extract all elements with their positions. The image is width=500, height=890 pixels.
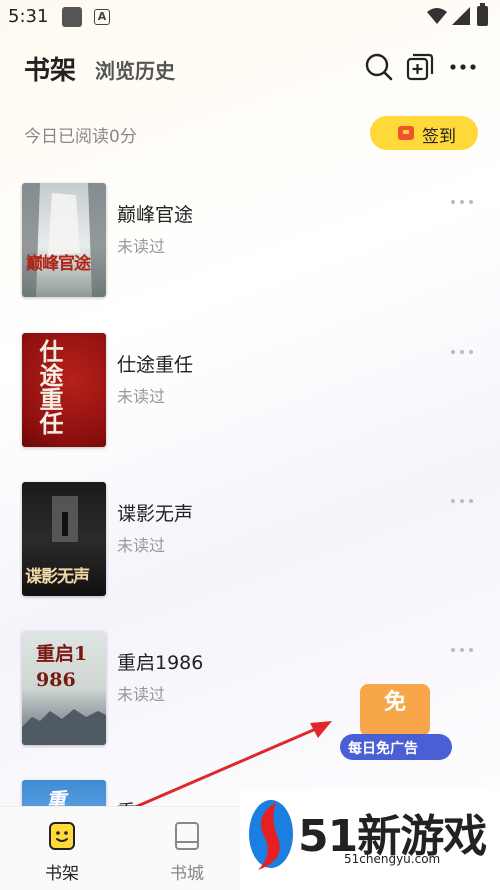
a-badge-icon: A [94, 9, 110, 25]
book-title: 仕途重任 [117, 354, 194, 376]
free-ad-badge[interactable]: 免 每日免广告 [340, 678, 458, 762]
book-icon [175, 822, 199, 850]
red-envelope-icon [398, 126, 414, 140]
signin-label: 签到 [422, 127, 456, 147]
book-cover[interactable]: 重启1986 [22, 631, 106, 745]
cover-art [22, 183, 106, 297]
tab-history[interactable]: 浏览历史 [95, 55, 175, 84]
free-ad-strip: 每日免广告 [340, 734, 452, 760]
book-title: 谍影无声 [117, 503, 194, 525]
watermark-url: 51chengyu.com [344, 852, 441, 866]
book-more-icon[interactable] [450, 496, 476, 506]
cover-title: 重启1986 [36, 643, 88, 691]
book-title: 巅峰官途 [117, 204, 194, 226]
book-more-icon[interactable] [450, 645, 476, 655]
book-title: 重启1986 [117, 652, 204, 674]
bookshelf-icon [49, 822, 75, 850]
watermark: 51新游戏 51chengyu.com [240, 790, 500, 890]
nav-label: 书城 [170, 864, 204, 884]
status-bar: 5:31 A [0, 0, 500, 34]
nav-label: 书架 [45, 864, 79, 884]
book-status: 未读过 [117, 536, 166, 555]
cover-title: 巅峰官途 [26, 254, 91, 274]
book-item[interactable]: 仕途重任 仕途重任 未读过 [0, 333, 500, 453]
book-cover[interactable]: 谍影无声 [22, 482, 106, 596]
book-cover[interactable]: 仕途重任 [22, 333, 106, 447]
book-more-icon[interactable] [450, 197, 476, 207]
nav-bookstore[interactable]: 书城 [137, 807, 237, 890]
status-time: 5:31 [8, 6, 49, 27]
book-more-icon[interactable] [450, 347, 476, 357]
watermark-logo-icon [249, 800, 293, 870]
notification-icon [62, 7, 82, 27]
book-status: 未读过 [117, 685, 166, 704]
book-status: 未读过 [117, 237, 166, 256]
signal-icon [452, 7, 470, 25]
free-ad-char: 免 [384, 690, 407, 715]
wifi-icon [427, 8, 447, 24]
today-reading-time: 今日已阅读0分 [24, 127, 137, 147]
nav-bookshelf[interactable]: 书架 [12, 807, 112, 890]
cover-title: 仕途重任 [35, 339, 64, 435]
cover-title: 谍影无声 [25, 567, 90, 587]
battery-icon [477, 3, 488, 26]
book-cover[interactable]: 巅峰官途 [22, 183, 106, 297]
add-icon[interactable] [405, 52, 435, 82]
signin-button[interactable]: 签到 [370, 116, 478, 150]
page-title[interactable]: 书架 [24, 50, 76, 87]
book-item[interactable]: 巅峰官途 巅峰官途 未读过 [0, 183, 500, 303]
book-item[interactable]: 谍影无声 谍影无声 未读过 [0, 482, 500, 602]
free-ad-label: 每日免广告 [348, 741, 418, 757]
book-status: 未读过 [117, 387, 166, 406]
more-icon[interactable] [448, 52, 478, 82]
search-icon[interactable] [364, 52, 394, 82]
